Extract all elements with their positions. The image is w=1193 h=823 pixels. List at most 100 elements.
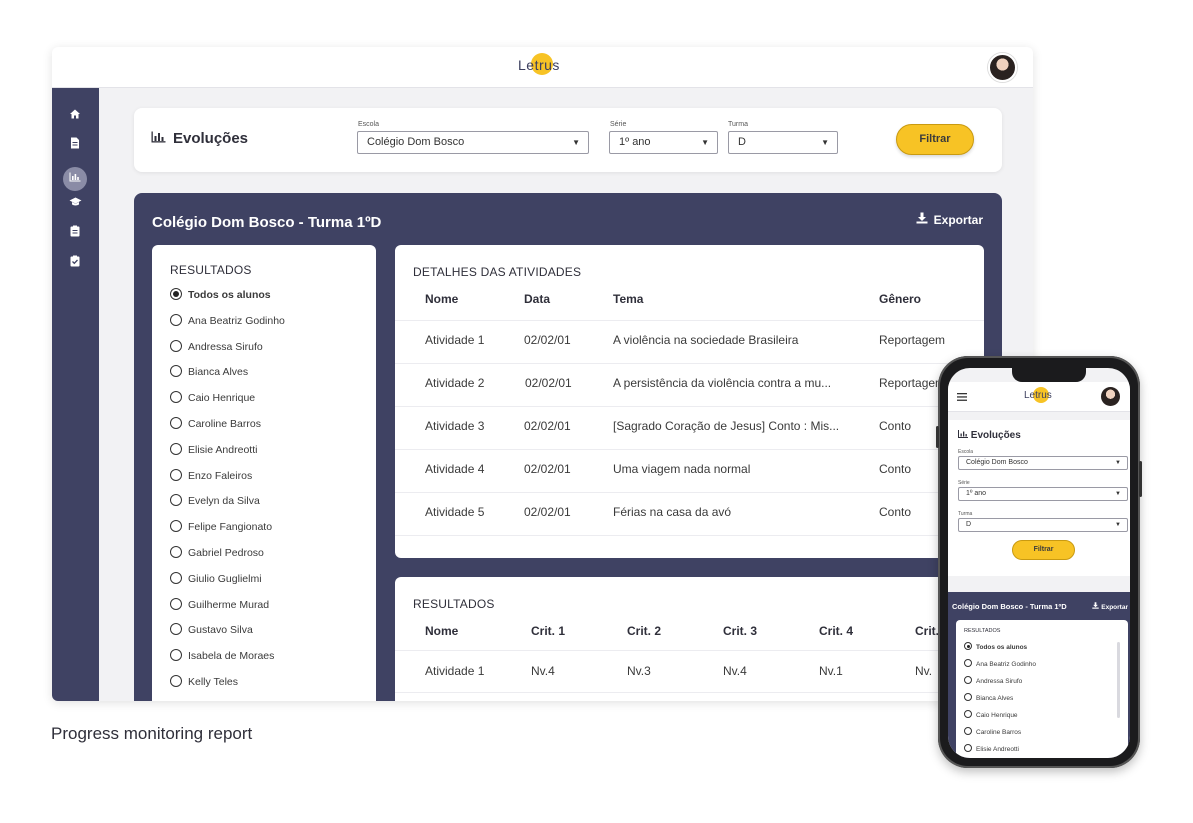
mobile-student-radio-item[interactable]: Bianca Alves <box>964 693 1013 702</box>
radio-button[interactable] <box>170 597 182 610</box>
menu-icon[interactable] <box>957 390 967 404</box>
table-cell: Conto <box>879 505 912 519</box>
radio-button[interactable] <box>964 693 972 701</box>
mobile-app-logo[interactable]: Letrus <box>1024 387 1052 403</box>
radio-button[interactable] <box>170 391 182 404</box>
table-cell: Férias na casa da avó <box>613 505 732 519</box>
student-radio-item[interactable]: Bianca Alves <box>170 365 248 379</box>
student-radio-item[interactable]: Guilherme Murad <box>170 597 269 612</box>
students-heading: RESULTADOS <box>170 263 252 277</box>
radio-button[interactable] <box>964 659 972 667</box>
radio-button[interactable] <box>170 288 182 300</box>
turma-select[interactable]: D ▼ <box>728 131 838 154</box>
student-radio-item[interactable]: Kelly Teles <box>170 675 238 689</box>
radio-button[interactable] <box>170 494 182 507</box>
mobile-scrollbar[interactable] <box>1117 642 1120 718</box>
table-cell: Atividade 1 <box>425 664 485 678</box>
student-radio-item[interactable]: Giulio Guglielmi <box>170 571 262 586</box>
student-radio-item[interactable]: Ana Beatriz Godinho <box>170 313 285 328</box>
mobile-serie-label: Série <box>958 480 970 486</box>
chevron-down-icon: ▼ <box>572 138 580 147</box>
table-cell: A persistência da violência contra a mu.… <box>613 376 832 390</box>
student-radio-item[interactable]: Caio Henrique <box>170 391 255 405</box>
student-radio-item[interactable]: Evelyn da Silva <box>170 494 260 508</box>
mobile-turma-select[interactable]: D ▼ <box>958 518 1128 532</box>
results-column-header: Crit. <box>915 624 939 638</box>
table-cell: 02/02/01 <box>524 505 571 519</box>
student-radio-item[interactable]: Gustavo Silva <box>170 623 253 637</box>
table-cell: Conto <box>879 419 912 433</box>
mobile-student-radio-item[interactable]: Elisie Andreotti <box>964 744 1019 753</box>
radio-button[interactable] <box>170 623 182 636</box>
document-icon[interactable] <box>65 137 85 153</box>
export-button[interactable]: Exportar <box>916 212 983 227</box>
radio-button[interactable] <box>170 339 182 352</box>
user-avatar[interactable] <box>988 53 1017 82</box>
student-radio-item[interactable]: Andressa Sirufo <box>170 339 263 354</box>
student-name: Caio Henrique <box>976 712 1018 719</box>
serie-label: Série <box>610 121 627 128</box>
table-cell: 02/02/01 <box>524 419 571 433</box>
mobile-student-radio-item[interactable]: Caio Henrique <box>964 710 1018 719</box>
student-radio-item[interactable]: Todos os alunos <box>170 288 271 302</box>
mobile-top-bar: Letrus <box>948 382 1130 412</box>
turma-label: Turma <box>728 121 748 128</box>
student-radio-item[interactable]: Enzo Faleiros <box>170 468 252 483</box>
graduation-cap-icon[interactable] <box>65 196 85 212</box>
student-radio-item[interactable]: Gabriel Pedroso <box>170 546 264 560</box>
radio-button[interactable] <box>170 520 182 533</box>
clipboard-icon[interactable] <box>65 225 85 241</box>
clipboard-check-icon[interactable] <box>65 255 85 271</box>
radio-button[interactable] <box>170 571 182 584</box>
students-panel: RESULTADOS Todos os alunos Ana Beatriz Go… <box>152 245 376 701</box>
mobile-user-avatar[interactable] <box>1101 387 1120 406</box>
student-radio-item[interactable]: Felipe Fangionato <box>170 520 272 534</box>
mobile-student-radio-item[interactable]: Todos os alunos <box>964 642 1027 651</box>
results-column-header: Crit. 3 <box>723 624 758 638</box>
table-cell: 02/02/01 <box>525 376 572 390</box>
radio-button[interactable] <box>170 468 182 481</box>
chart-icon[interactable] <box>63 167 87 191</box>
mobile-escola-label: Escola <box>958 449 974 455</box>
student-radio-item[interactable]: Isabela de Moraes <box>170 649 274 663</box>
mobile-serie-select[interactable]: 1º ano ▼ <box>958 487 1128 501</box>
radio-button[interactable] <box>170 546 182 558</box>
radio-button[interactable] <box>170 417 182 429</box>
serie-select[interactable]: 1º ano ▼ <box>609 131 718 154</box>
radio-button[interactable] <box>964 676 972 684</box>
radio-button[interactable] <box>170 365 182 378</box>
mobile-report-panel: Colégio Dom Bosco - Turma 1ºD Exportar R… <box>948 592 1130 758</box>
radio-button[interactable] <box>964 710 972 718</box>
app-logo[interactable]: Letrus <box>518 53 560 75</box>
filter-button[interactable]: Filtrar <box>896 124 974 155</box>
student-radio-item[interactable]: Elisie Andreotti <box>170 442 257 457</box>
mobile-export-button[interactable]: Exportar <box>1092 602 1128 611</box>
details-heading: DETALHES DAS ATIVIDADES <box>413 265 582 279</box>
radio-button[interactable] <box>964 642 972 650</box>
mobile-filter-button[interactable]: Filtrar <box>1012 540 1075 560</box>
chevron-down-icon: ▼ <box>821 138 829 147</box>
home-icon[interactable] <box>65 108 85 124</box>
page-title: Evoluções <box>151 130 248 147</box>
mobile-student-radio-item[interactable]: Andressa Sirufo <box>964 676 1022 685</box>
student-name: Evelyn da Silva <box>188 495 260 508</box>
table-cell: 02/02/01 <box>524 333 571 347</box>
mobile-student-radio-item[interactable]: Caroline Barros <box>964 727 1021 736</box>
student-name: Gustavo Silva <box>188 624 253 637</box>
table-cell: Nv. <box>915 664 933 678</box>
escola-select[interactable]: Colégio Dom Bosco ▼ <box>357 131 589 154</box>
student-radio-item[interactable]: Caroline Barros <box>170 417 261 431</box>
radio-button[interactable] <box>170 649 182 662</box>
mobile-escola-select[interactable]: Colégio Dom Bosco ▼ <box>958 456 1128 470</box>
chevron-down-icon: ▼ <box>1115 460 1121 466</box>
chevron-down-icon: ▼ <box>1115 491 1121 497</box>
radio-button[interactable] <box>964 744 972 752</box>
radio-button[interactable] <box>964 727 972 735</box>
results-column-header: Crit. 4 <box>819 624 854 638</box>
radio-button[interactable] <box>170 675 182 687</box>
mobile-student-radio-item[interactable]: Ana Beatriz Godinho <box>964 659 1036 668</box>
caption: Progress monitoring report <box>51 724 253 743</box>
radio-button[interactable] <box>170 442 182 455</box>
radio-button[interactable] <box>170 313 182 326</box>
results-heading: RESULTADOS <box>413 597 495 611</box>
